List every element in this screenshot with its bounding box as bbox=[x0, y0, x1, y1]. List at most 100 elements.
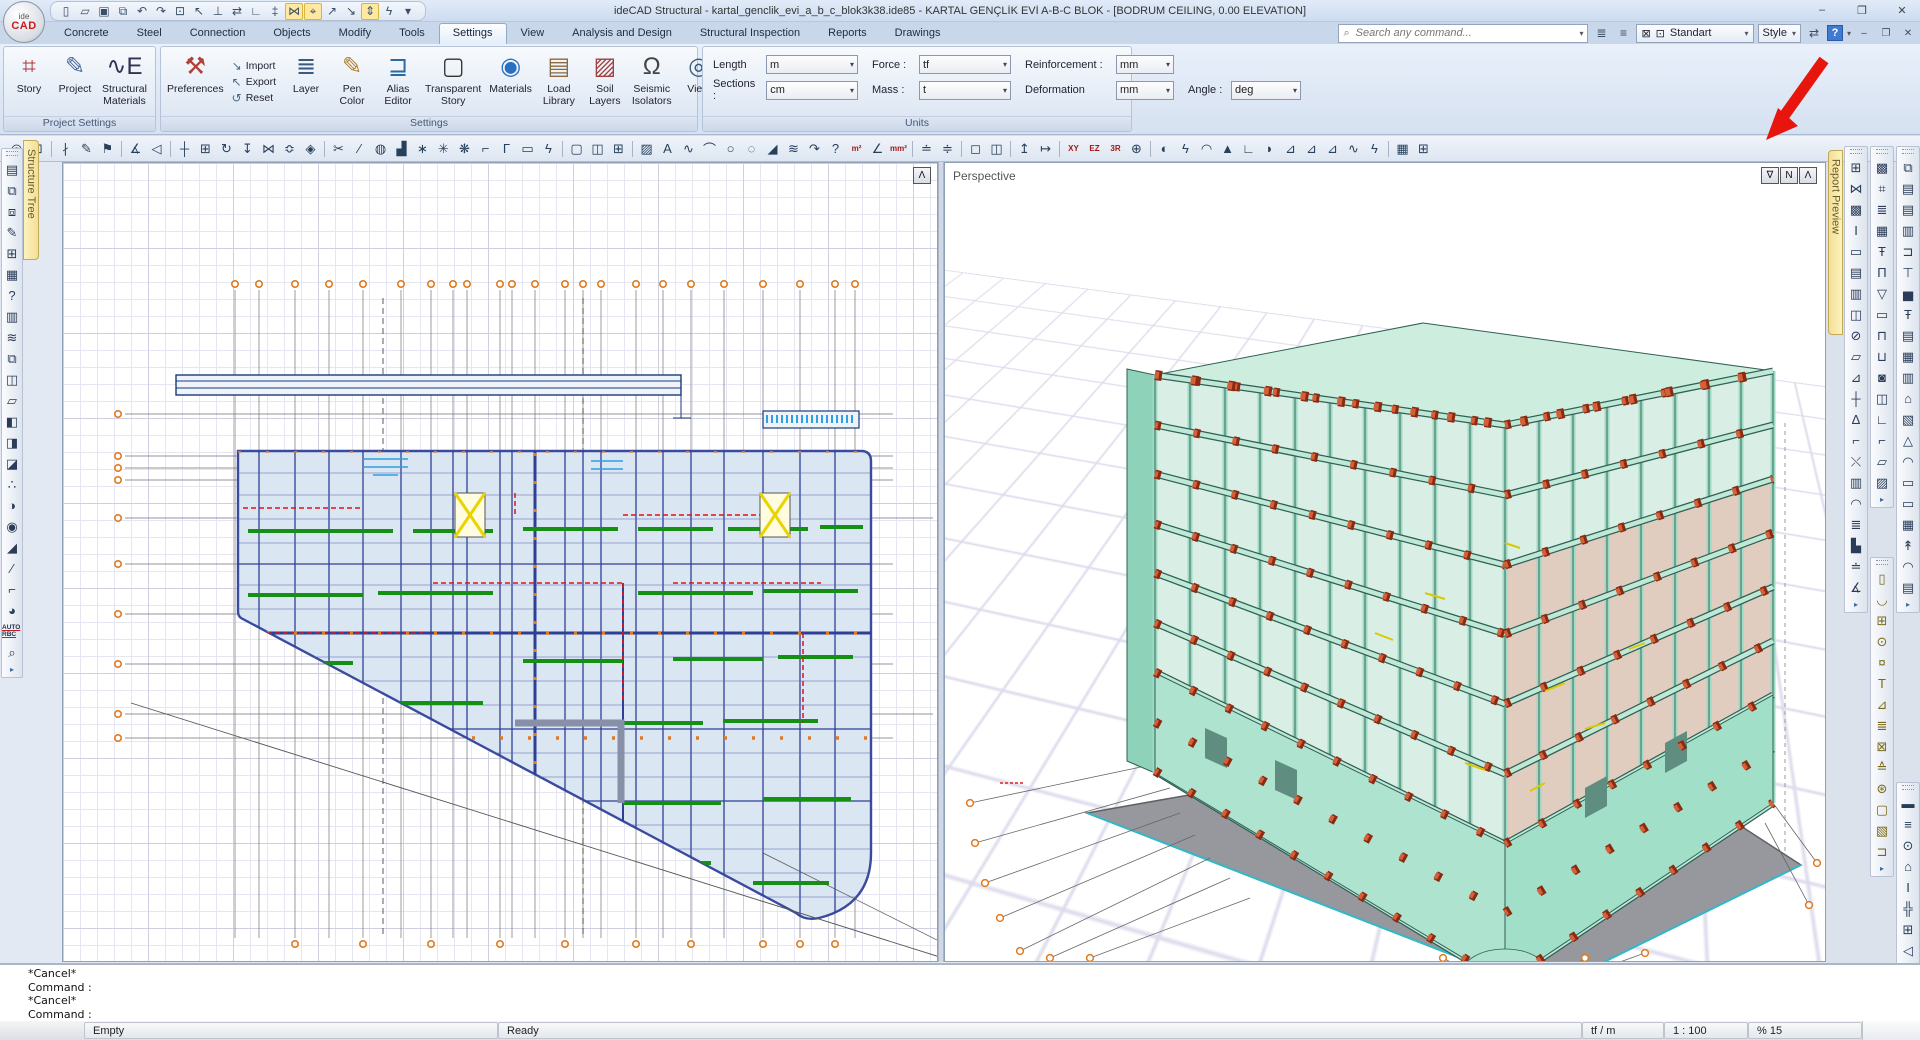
circle-icon[interactable]: ○ bbox=[720, 139, 741, 159]
edit-grips-icon[interactable]: ✎ bbox=[2, 222, 22, 243]
arc-icon[interactable]: ⌒ bbox=[699, 139, 720, 159]
cross-box-icon[interactable]: ⊠ bbox=[1872, 736, 1892, 757]
find-icon[interactable]: ⌕ bbox=[2, 642, 22, 663]
doc-restore-icon[interactable]: ❐ bbox=[1877, 28, 1895, 39]
3d-rotate-icon[interactable]: 3R bbox=[1105, 139, 1126, 159]
ibeam-report-icon[interactable]: Ι bbox=[1898, 877, 1918, 898]
rail-icon[interactable]: ≣ bbox=[1872, 715, 1892, 736]
list-report-icon[interactable]: ▤ bbox=[1898, 325, 1918, 346]
clip-icon[interactable]: ⊐ bbox=[1872, 841, 1892, 862]
doc-minimize-icon[interactable]: – bbox=[1855, 28, 1873, 39]
mirror-icon[interactable]: ⋈ bbox=[258, 139, 279, 159]
draw-line-icon[interactable]: ∕ bbox=[2, 558, 22, 579]
dome-icon[interactable]: ◠ bbox=[1196, 139, 1217, 159]
angle-combo[interactable]: deg▾ bbox=[1231, 81, 1301, 100]
l-profile-icon[interactable]: ∟ bbox=[1872, 409, 1892, 430]
rotate-icon[interactable]: ↻ bbox=[216, 139, 237, 159]
extend-icon[interactable]: ∕ bbox=[349, 139, 370, 159]
door-icon[interactable]: ◫ bbox=[587, 139, 608, 159]
separator[interactable] bbox=[1059, 141, 1060, 157]
warning-view-icon[interactable]: Δ bbox=[1846, 409, 1866, 430]
house-report-icon[interactable]: ⌂ bbox=[1898, 856, 1918, 877]
axis-transform-icon[interactable]: ↦ bbox=[1035, 139, 1056, 159]
moment-diagram-icon[interactable]: ⊿ bbox=[1280, 139, 1301, 159]
copy-story-icon[interactable]: ⧉ bbox=[2, 180, 22, 201]
grid-view-icon[interactable]: ⊞ bbox=[1846, 157, 1866, 178]
area-m2-icon[interactable]: m² bbox=[846, 139, 867, 159]
chamfer-icon[interactable]: Γ bbox=[496, 139, 517, 159]
copy-report-icon[interactable]: ⧉ bbox=[1898, 157, 1918, 178]
bulb-icon[interactable]: ◐ bbox=[1154, 139, 1175, 159]
level-icon[interactable]: ≐ bbox=[916, 139, 937, 159]
funnel-icon[interactable]: ▽ bbox=[1872, 283, 1892, 304]
search-dropdown-icon[interactable]: ▾ bbox=[1579, 29, 1583, 38]
separator[interactable] bbox=[961, 141, 962, 157]
plan-viewport[interactable]: Λ bbox=[62, 162, 938, 962]
panel-icon[interactable]: ◫ bbox=[1872, 388, 1892, 409]
column-icon[interactable]: Π bbox=[1872, 262, 1892, 283]
zoom-status[interactable]: % 15 bbox=[1748, 1022, 1862, 1039]
pen-color-button[interactable]: ✎ Pen Color bbox=[330, 49, 374, 115]
paste-format-icon[interactable]: ▱ bbox=[2, 390, 22, 411]
measure-pen-icon[interactable]: ∤ bbox=[55, 139, 76, 159]
ladder-icon[interactable]: ≣ bbox=[1846, 514, 1866, 535]
report-fill-icon[interactable]: ▥ bbox=[1846, 283, 1866, 304]
separator[interactable] bbox=[632, 141, 633, 157]
project-button[interactable]: ✎ Project bbox=[53, 49, 97, 115]
layer-button[interactable]: ≣ Layer bbox=[284, 49, 328, 115]
export-report-icon[interactable]: ⊐ bbox=[1898, 241, 1918, 262]
analysis-bolt-icon[interactable]: ϟ bbox=[1364, 139, 1385, 159]
toolbar-grip[interactable] bbox=[1902, 785, 1914, 790]
preferences-button[interactable]: ⚒ Preferences bbox=[164, 49, 227, 115]
copy-icon[interactable]: ⧉ bbox=[2, 348, 22, 369]
toolbar-grip[interactable] bbox=[6, 151, 18, 156]
loads-report-icon[interactable]: ▤ bbox=[1898, 199, 1918, 220]
separator[interactable] bbox=[1010, 141, 1011, 157]
mass-combo[interactable]: t▾ bbox=[919, 81, 1011, 100]
separator[interactable] bbox=[1150, 141, 1151, 157]
collapse-view-button[interactable]: Λ bbox=[1799, 167, 1817, 184]
polygon-slab-icon[interactable]: ▱ bbox=[1872, 451, 1892, 472]
section-cut-icon[interactable]: ϟ bbox=[1175, 139, 1196, 159]
help-button[interactable]: ? bbox=[1827, 25, 1843, 41]
center-mark-icon[interactable]: ┼ bbox=[1846, 388, 1866, 409]
camera-view-icon[interactable]: ◉ bbox=[2, 516, 22, 537]
grid-box-icon[interactable]: ⊞ bbox=[608, 139, 629, 159]
material-report-icon[interactable]: ▤ bbox=[1898, 178, 1918, 199]
import-button[interactable]: ↘Import bbox=[232, 59, 276, 73]
structure-tree-tab[interactable]: Structure Tree bbox=[23, 140, 39, 260]
cam-icon[interactable]: ⊙ bbox=[1872, 631, 1892, 652]
toolbox-icon[interactable]: ◫ bbox=[2, 369, 22, 390]
separator[interactable] bbox=[121, 141, 122, 157]
wedge-icon[interactable]: ◢ bbox=[762, 139, 783, 159]
report-list-icon[interactable]: ▤ bbox=[1846, 262, 1866, 283]
toolbar-overflow-icon[interactable]: ▸ bbox=[1880, 864, 1884, 873]
z-coords-icon[interactable]: EZ bbox=[1084, 139, 1105, 159]
tab-steel[interactable]: Steel bbox=[123, 23, 176, 44]
window-grid-icon[interactable]: ◫ bbox=[1846, 304, 1866, 325]
checker-icon[interactable]: ▨ bbox=[1872, 472, 1892, 493]
toolbar-overflow-icon[interactable]: ▸ bbox=[1906, 600, 1910, 609]
structure-list-icon[interactable]: ▤ bbox=[2, 159, 22, 180]
storey-layout-icon[interactable]: ⊞ bbox=[2, 243, 22, 264]
image-icon[interactable]: ▨ bbox=[636, 139, 657, 159]
grid-blue-report-icon[interactable]: ⊞ bbox=[1898, 919, 1918, 940]
unit-status[interactable]: tf / m bbox=[1582, 1022, 1664, 1039]
hide-object-icon[interactable]: ◑ bbox=[2, 495, 22, 516]
separator[interactable] bbox=[324, 141, 325, 157]
force-combo[interactable]: tf▾ bbox=[919, 55, 1011, 74]
length-combo[interactable]: m▾ bbox=[766, 55, 858, 74]
table-add-icon[interactable]: ▦ bbox=[1392, 139, 1413, 159]
paste-flag-icon[interactable]: ⚑ bbox=[97, 139, 118, 159]
curtain-icon[interactable]: ▥ bbox=[1846, 472, 1866, 493]
transfer-icon[interactable]: ⇄ bbox=[1805, 26, 1823, 40]
bridge-report-icon[interactable]: ◠ bbox=[1898, 451, 1918, 472]
hammer-report-icon[interactable]: ⊤ bbox=[1898, 262, 1918, 283]
ruler-report-icon[interactable]: ▬ bbox=[1898, 793, 1918, 814]
spring-icon[interactable]: ≋ bbox=[783, 139, 804, 159]
layer-stack-icon[interactable]: ≡ bbox=[1614, 26, 1632, 40]
tab-objects[interactable]: Objects bbox=[259, 23, 324, 44]
toolbar-overflow-icon[interactable]: ▸ bbox=[1854, 600, 1858, 609]
layers-icon[interactable]: ▧ bbox=[1872, 820, 1892, 841]
tab-drawings[interactable]: Drawings bbox=[881, 23, 955, 44]
